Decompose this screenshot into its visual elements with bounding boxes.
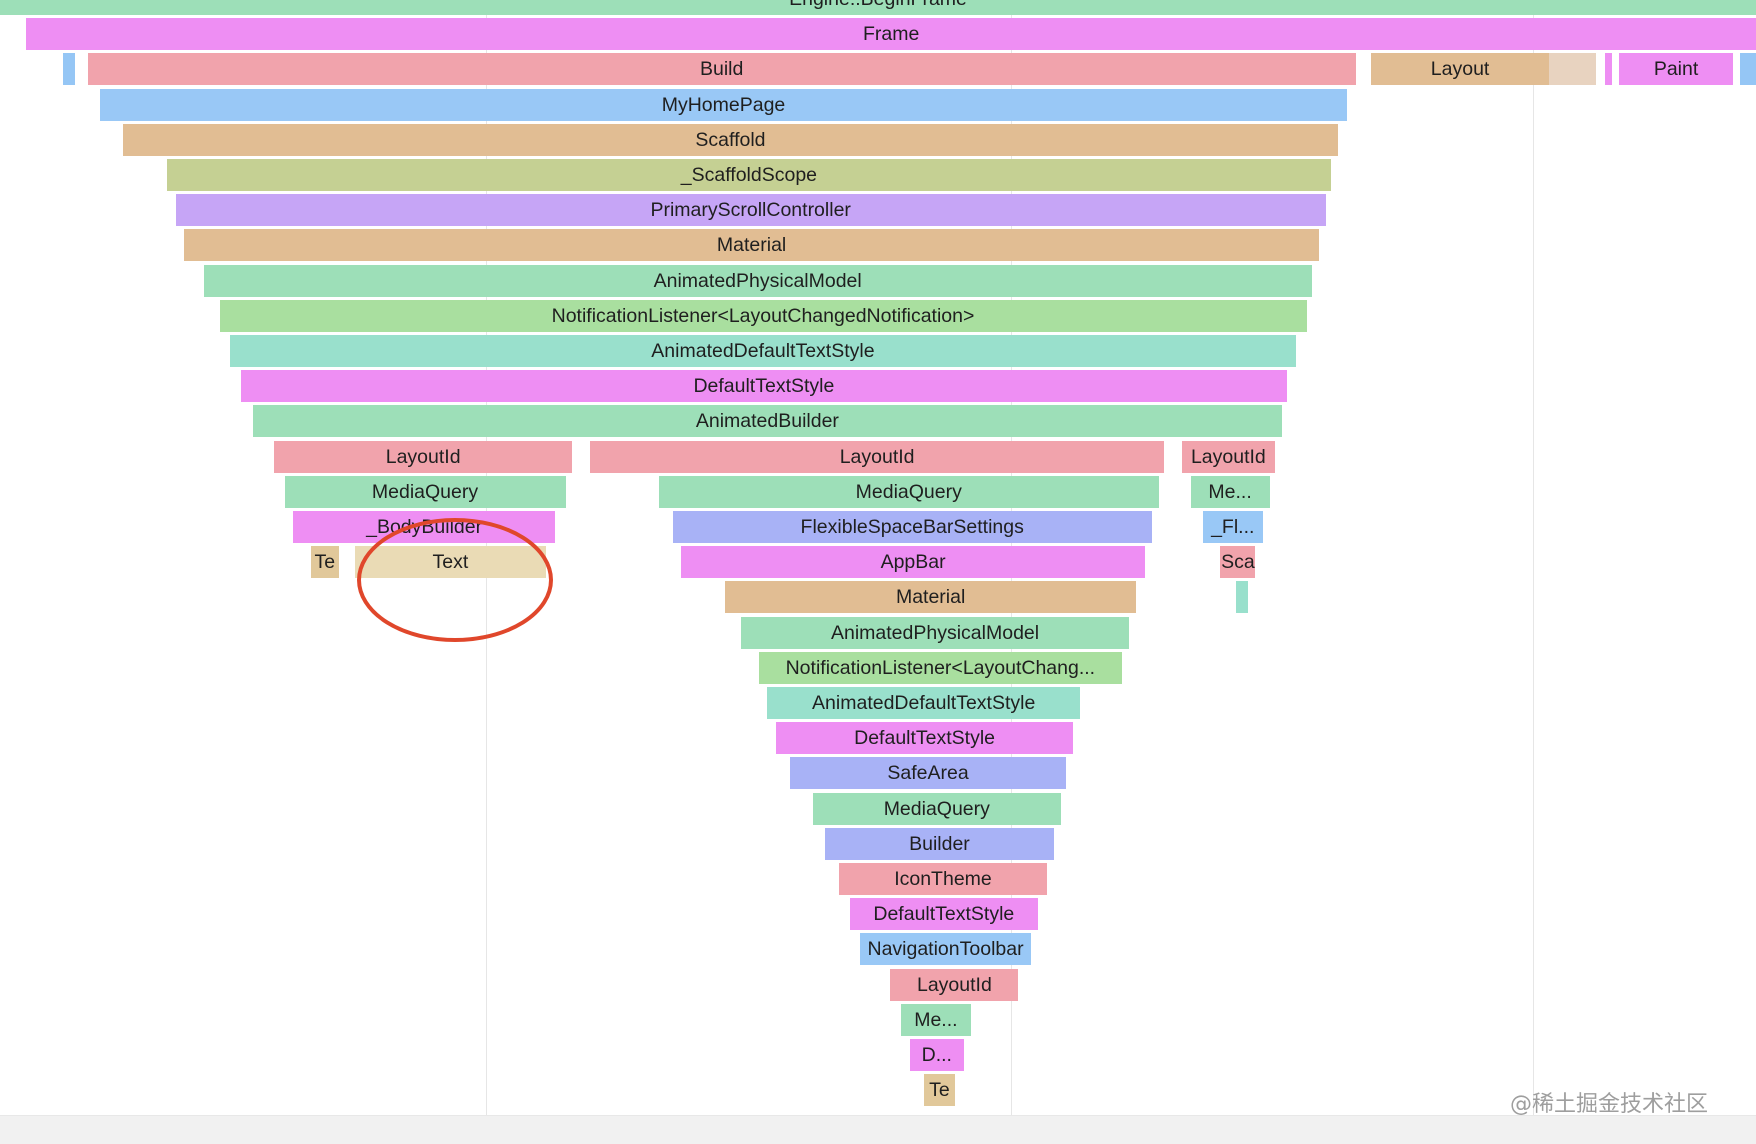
flame-frame-animateddefaulttextstyle[interactable]: AnimatedDefaultTextStyle <box>767 687 1080 719</box>
flame-frame-label: AppBar <box>880 551 946 574</box>
flame-frame-label: AnimatedBuilder <box>695 410 839 433</box>
flame-frame-mediaquery[interactable]: MediaQuery <box>658 475 1159 508</box>
flame-frame-mediaquery[interactable]: MediaQuery <box>813 792 1061 825</box>
flame-frame-defaulttextstyle[interactable]: DefaultTextStyle <box>849 898 1038 931</box>
flame-frame-flexiblespacebarsettings[interactable]: FlexibleSpaceBarSettings <box>672 511 1152 543</box>
flame-frame-primaryscrollcontroller[interactable]: PrimaryScrollController <box>175 194 1326 227</box>
flame-frame-layout[interactable]: Layout <box>1371 53 1549 86</box>
flame-frame-label: DefaultTextStyle <box>873 903 1015 926</box>
flame-frame-label: Frame <box>862 23 920 46</box>
flame-frame-myhomepage[interactable]: MyHomePage <box>100 88 1347 121</box>
flame-frame-builder[interactable]: Builder <box>825 827 1054 860</box>
flame-frame-layoutid[interactable]: LayoutId <box>590 440 1165 473</box>
flame-frame-label: DefaultTextStyle <box>854 727 996 750</box>
flame-frame-scaffoldscope[interactable]: _ScaffoldScope <box>166 159 1331 191</box>
flame-frame-label: _Fl... <box>1211 516 1255 538</box>
flame-frame-safearea[interactable]: SafeArea <box>790 757 1066 790</box>
flame-frame-label: D... <box>921 1044 952 1066</box>
flame-frame-te[interactable]: Te <box>310 546 339 579</box>
flame-frame-layoutid[interactable]: LayoutId <box>273 440 573 473</box>
flame-frame-label: _BodyBuilder <box>366 516 483 538</box>
flame-frame-paint[interactable]: Paint <box>1619 53 1734 86</box>
flame-frame-unlabeled[interactable] <box>63 53 76 86</box>
flame-frame-animatedphysicalmodel[interactable]: AnimatedPhysicalModel <box>741 616 1130 649</box>
flame-frame-label: Build <box>700 58 744 81</box>
flame-frame-layoutid[interactable]: LayoutId <box>890 968 1019 1001</box>
flame-frame-material[interactable]: Material <box>725 581 1137 614</box>
flame-frame-defaulttextstyle[interactable]: DefaultTextStyle <box>240 370 1288 403</box>
flame-frame-label: Builder <box>909 832 970 855</box>
flame-frame-scaffold[interactable]: Scaffold <box>122 123 1339 156</box>
flame-frame-unlabeled[interactable] <box>1605 53 1612 86</box>
flame-frame-fl[interactable]: _Fl... <box>1202 511 1263 543</box>
flame-frame-label: Sca <box>1221 551 1255 574</box>
flame-frame-label: NavigationToolbar <box>867 938 1024 961</box>
flame-frame-label: LayoutId <box>1190 445 1266 468</box>
flame-frame-label: LayoutId <box>839 445 915 468</box>
flame-frame-bodybuilder[interactable]: _BodyBuilder <box>293 511 555 543</box>
flame-frame-navigationtoolbar[interactable]: NavigationToolbar <box>860 933 1031 966</box>
flame-frame-unlabeled[interactable] <box>1236 581 1249 614</box>
watermark-text: @稀土掘金技术社区 <box>1510 1092 1709 1117</box>
flame-frame-label: Me... <box>914 1008 958 1031</box>
flame-frame-notificationlistener-layoutchangednotification[interactable]: NotificationListener<LayoutChangedNotifi… <box>219 299 1307 332</box>
flame-frame-mediaquery[interactable]: MediaQuery <box>284 475 566 508</box>
flame-frame-label: DefaultTextStyle <box>693 375 835 398</box>
flame-frame-label: Engine::BeginFrame <box>789 0 967 10</box>
flame-frame-label: AnimatedDefaultTextStyle <box>812 692 1036 714</box>
flame-frame-label: Paint <box>1653 58 1699 81</box>
flame-frame-label: IconTheme <box>894 868 992 890</box>
flame-frame-label: PrimaryScrollController <box>650 199 851 222</box>
flame-frame-label: Scaffold <box>695 128 766 151</box>
flame-frame-layoutid[interactable]: LayoutId <box>1181 440 1275 473</box>
flame-frame-label: NotificationListener<LayoutChang... <box>785 656 1096 679</box>
flame-frame-label: Material <box>895 586 966 609</box>
flame-frame-label: AnimatedPhysicalModel <box>830 621 1040 644</box>
flame-frame-d[interactable]: D... <box>909 1039 964 1071</box>
flame-frame-me[interactable]: Me... <box>900 1003 971 1036</box>
flame-frame-label: MyHomePage <box>661 93 786 116</box>
flame-frame-unlabeled[interactable] <box>1740 53 1756 86</box>
flame-frame-label: MediaQuery <box>883 797 990 820</box>
flame-frame-label: SafeArea <box>887 762 969 785</box>
time-gridline <box>1533 0 1534 1143</box>
flame-frame-label: AnimatedPhysicalModel <box>653 269 862 292</box>
flame-frame-animateddefaulttextstyle[interactable]: AnimatedDefaultTextStyle <box>230 335 1296 367</box>
flame-frame-label: MediaQuery <box>855 480 962 503</box>
flame-frame-label: AnimatedDefaultTextStyle <box>651 340 875 362</box>
flame-frame-label: Te <box>314 551 336 574</box>
flame-frame-text[interactable]: Text <box>354 546 547 579</box>
flame-frame-appbar[interactable]: AppBar <box>681 546 1145 579</box>
flame-frame-frame[interactable]: Frame <box>26 18 1756 51</box>
flame-frame-notificationlistener-layoutchang[interactable]: NotificationListener<LayoutChang... <box>758 651 1123 684</box>
flame-frame-label: Layout <box>1430 58 1490 81</box>
flame-frame-build[interactable]: Build <box>87 53 1356 86</box>
flame-frame-label: LayoutId <box>385 445 461 468</box>
flame-frame-label: FlexibleSpaceBarSettings <box>800 516 1024 538</box>
flame-frame-label: NotificationListener<LayoutChangedNotifi… <box>551 304 975 327</box>
flame-frame-label: _ScaffoldScope <box>680 164 818 186</box>
flame-frame-animatedphysicalmodel[interactable]: AnimatedPhysicalModel <box>203 264 1312 297</box>
flame-frame-material[interactable]: Material <box>184 229 1319 262</box>
flame-frame-defaulttextstyle[interactable]: DefaultTextStyle <box>776 722 1073 755</box>
flame-frame-me[interactable]: Me... <box>1190 475 1270 508</box>
flame-frame-te[interactable]: Te <box>923 1074 956 1107</box>
flame-frame-label: Material <box>716 234 787 257</box>
flame-frame-sca[interactable]: Sca <box>1220 546 1256 579</box>
flame-frame-label: MediaQuery <box>371 480 479 503</box>
flame-chart: Engine::BeginFrameFrameBuild Layout PaintM… <box>0 0 1756 1143</box>
flame-frame-icontheme[interactable]: IconTheme <box>839 863 1047 895</box>
flame-frame-engine-beginframe[interactable]: Engine::BeginFrame <box>0 0 1756 15</box>
flame-frame-label: Me... <box>1208 480 1252 503</box>
flame-frame-label: Te <box>929 1079 950 1102</box>
horizontal-scroll-track[interactable] <box>0 1115 1756 1144</box>
flame-frame-label: Text <box>432 551 469 574</box>
flame-frame-label: LayoutId <box>916 973 992 996</box>
flame-frame-unlabeled[interactable] <box>1548 53 1597 86</box>
flame-frame-animatedbuilder[interactable]: AnimatedBuilder <box>252 405 1282 438</box>
